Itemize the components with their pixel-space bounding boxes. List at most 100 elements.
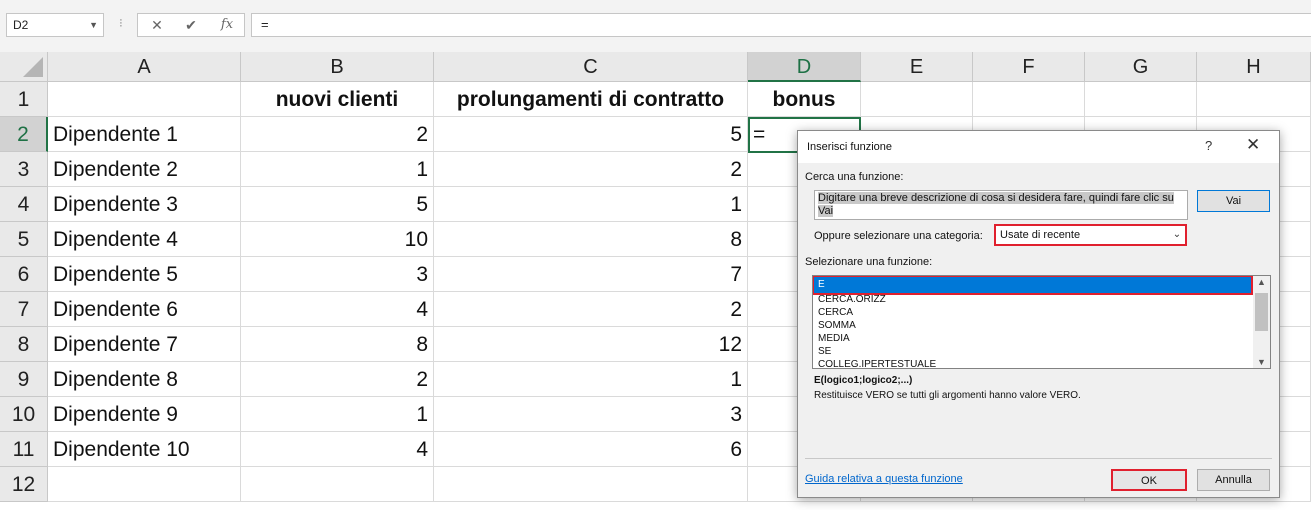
row-header-10[interactable]: 10 bbox=[0, 397, 48, 432]
scroll-down-icon[interactable]: ▼ bbox=[1253, 357, 1270, 367]
cell-c1[interactable]: prolungamenti di contratto bbox=[434, 82, 748, 117]
chevron-down-icon[interactable]: ⌄ bbox=[1169, 226, 1185, 244]
cell-a10[interactable]: Dipendente 9 bbox=[48, 397, 241, 432]
help-link[interactable]: Guida relativa a questa funzione bbox=[805, 473, 963, 485]
row-header-9[interactable]: 9 bbox=[0, 362, 48, 397]
cancel-formula-icon[interactable]: ✕ bbox=[146, 16, 168, 34]
cell-b8[interactable]: 8 bbox=[241, 327, 434, 362]
cell-c11[interactable]: 6 bbox=[434, 432, 748, 467]
column-header-a[interactable]: A bbox=[48, 52, 241, 82]
function-item[interactable]: COLLEG.IPERTESTUALE bbox=[818, 358, 936, 368]
row-header-8[interactable]: 8 bbox=[0, 327, 48, 362]
cell-a11[interactable]: Dipendente 10 bbox=[48, 432, 241, 467]
insert-function-dialog: Inserisci funzione ? ✕ Cerca una funzion… bbox=[797, 130, 1280, 498]
row-header-5[interactable]: 5 bbox=[0, 222, 48, 257]
dialog-title: Inserisci funzione bbox=[807, 141, 892, 153]
function-item[interactable]: CERCA bbox=[818, 306, 853, 319]
list-scrollbar[interactable]: ▲ ▼ bbox=[1253, 276, 1270, 368]
column-header-g[interactable]: G bbox=[1085, 52, 1197, 82]
close-icon[interactable]: ✕ bbox=[1246, 136, 1260, 154]
cell-a12[interactable] bbox=[48, 467, 241, 502]
cell-a8[interactable]: Dipendente 7 bbox=[48, 327, 241, 362]
function-list[interactable]: ▲ ▼ E CERCA.ORIZZ CERCA SOMMA MEDIA SE COLLEG.… bbox=[812, 275, 1271, 369]
cell-c9[interactable]: 1 bbox=[434, 362, 748, 397]
function-description: Restituisce VERO se tutti gli argomenti … bbox=[814, 390, 1081, 401]
row-header-11[interactable]: 11 bbox=[0, 432, 48, 467]
go-button[interactable]: Vai bbox=[1197, 190, 1270, 212]
formula-input[interactable]: = bbox=[251, 13, 1311, 37]
cell-a5[interactable]: Dipendente 4 bbox=[48, 222, 241, 257]
cell-c6[interactable]: 7 bbox=[434, 257, 748, 292]
category-select[interactable]: Usate di recente ⌄ bbox=[994, 224, 1187, 246]
cell-h1[interactable] bbox=[1197, 82, 1311, 117]
cell-b6[interactable]: 3 bbox=[241, 257, 434, 292]
formula-bar-area: D2 ▼ ⁝ ✕ ✔ fx = bbox=[0, 0, 1311, 52]
insert-function-icon[interactable]: fx bbox=[216, 16, 238, 34]
row-header-2[interactable]: 2 bbox=[0, 117, 48, 152]
column-header-c[interactable]: C bbox=[434, 52, 748, 82]
cell-b12[interactable] bbox=[241, 467, 434, 502]
name-box[interactable]: D2 ▼ bbox=[6, 13, 104, 37]
select-all-corner[interactable] bbox=[0, 52, 48, 82]
column-header-b[interactable]: B bbox=[241, 52, 434, 82]
cell-c8[interactable]: 12 bbox=[434, 327, 748, 362]
scroll-up-icon[interactable]: ▲ bbox=[1253, 277, 1270, 287]
row-header-4[interactable]: 4 bbox=[0, 187, 48, 222]
cell-a3[interactable]: Dipendente 2 bbox=[48, 152, 241, 187]
cell-b3[interactable]: 1 bbox=[241, 152, 434, 187]
cell-b2[interactable]: 2 bbox=[241, 117, 434, 152]
drag-handle-icon[interactable]: ⁝ bbox=[119, 16, 123, 30]
chevron-down-icon[interactable]: ▼ bbox=[89, 14, 98, 36]
cell-c3[interactable]: 2 bbox=[434, 152, 748, 187]
cell-a1[interactable] bbox=[48, 82, 241, 117]
cell-c12[interactable] bbox=[434, 467, 748, 502]
cell-f1[interactable] bbox=[973, 82, 1085, 117]
column-header-f[interactable]: F bbox=[973, 52, 1085, 82]
function-item[interactable]: MEDIA bbox=[818, 332, 850, 345]
cell-e1[interactable] bbox=[861, 82, 973, 117]
function-item-selected[interactable]: E bbox=[813, 276, 1253, 295]
cell-b7[interactable]: 4 bbox=[241, 292, 434, 327]
row-header-12[interactable]: 12 bbox=[0, 467, 48, 502]
name-box-value: D2 bbox=[13, 18, 29, 32]
cell-b5[interactable]: 10 bbox=[241, 222, 434, 257]
cell-c2[interactable]: 5 bbox=[434, 117, 748, 152]
function-label: Selezionare una funzione: bbox=[805, 256, 933, 268]
formula-buttons: ✕ ✔ fx bbox=[137, 13, 245, 37]
cancel-button[interactable]: Annulla bbox=[1197, 469, 1270, 491]
cell-d1[interactable]: bonus bbox=[748, 82, 861, 117]
column-header-h[interactable]: H bbox=[1197, 52, 1311, 82]
search-input-text: Digitare una breve descrizione di cosa s… bbox=[818, 192, 1174, 217]
category-label: Oppure selezionare una categoria: bbox=[814, 230, 983, 242]
column-header-e[interactable]: E bbox=[861, 52, 973, 82]
cell-c5[interactable]: 8 bbox=[434, 222, 748, 257]
cell-a2[interactable]: Dipendente 1 bbox=[48, 117, 241, 152]
ok-button[interactable]: OK bbox=[1111, 469, 1187, 491]
cell-a6[interactable]: Dipendente 5 bbox=[48, 257, 241, 292]
cell-a9[interactable]: Dipendente 8 bbox=[48, 362, 241, 397]
scroll-thumb[interactable] bbox=[1255, 293, 1268, 331]
dialog-titlebar: Inserisci funzione ? ✕ bbox=[798, 131, 1279, 163]
cell-b11[interactable]: 4 bbox=[241, 432, 434, 467]
cell-c7[interactable]: 2 bbox=[434, 292, 748, 327]
cell-b9[interactable]: 2 bbox=[241, 362, 434, 397]
cell-c4[interactable]: 1 bbox=[434, 187, 748, 222]
function-item[interactable]: SE bbox=[818, 345, 831, 358]
function-item[interactable]: CERCA.ORIZZ bbox=[818, 293, 886, 306]
cell-g1[interactable] bbox=[1085, 82, 1197, 117]
row-header-7[interactable]: 7 bbox=[0, 292, 48, 327]
search-input[interactable]: Digitare una breve descrizione di cosa s… bbox=[814, 190, 1188, 220]
cell-b4[interactable]: 5 bbox=[241, 187, 434, 222]
column-header-d[interactable]: D bbox=[748, 52, 861, 82]
help-icon[interactable]: ? bbox=[1205, 138, 1212, 153]
row-header-1[interactable]: 1 bbox=[0, 82, 48, 117]
row-header-3[interactable]: 3 bbox=[0, 152, 48, 187]
cell-a7[interactable]: Dipendente 6 bbox=[48, 292, 241, 327]
function-item[interactable]: SOMMA bbox=[818, 319, 856, 332]
cell-b10[interactable]: 1 bbox=[241, 397, 434, 432]
cell-c10[interactable]: 3 bbox=[434, 397, 748, 432]
enter-formula-icon[interactable]: ✔ bbox=[180, 16, 202, 34]
cell-a4[interactable]: Dipendente 3 bbox=[48, 187, 241, 222]
row-header-6[interactable]: 6 bbox=[0, 257, 48, 292]
cell-b1[interactable]: nuovi clienti bbox=[241, 82, 434, 117]
